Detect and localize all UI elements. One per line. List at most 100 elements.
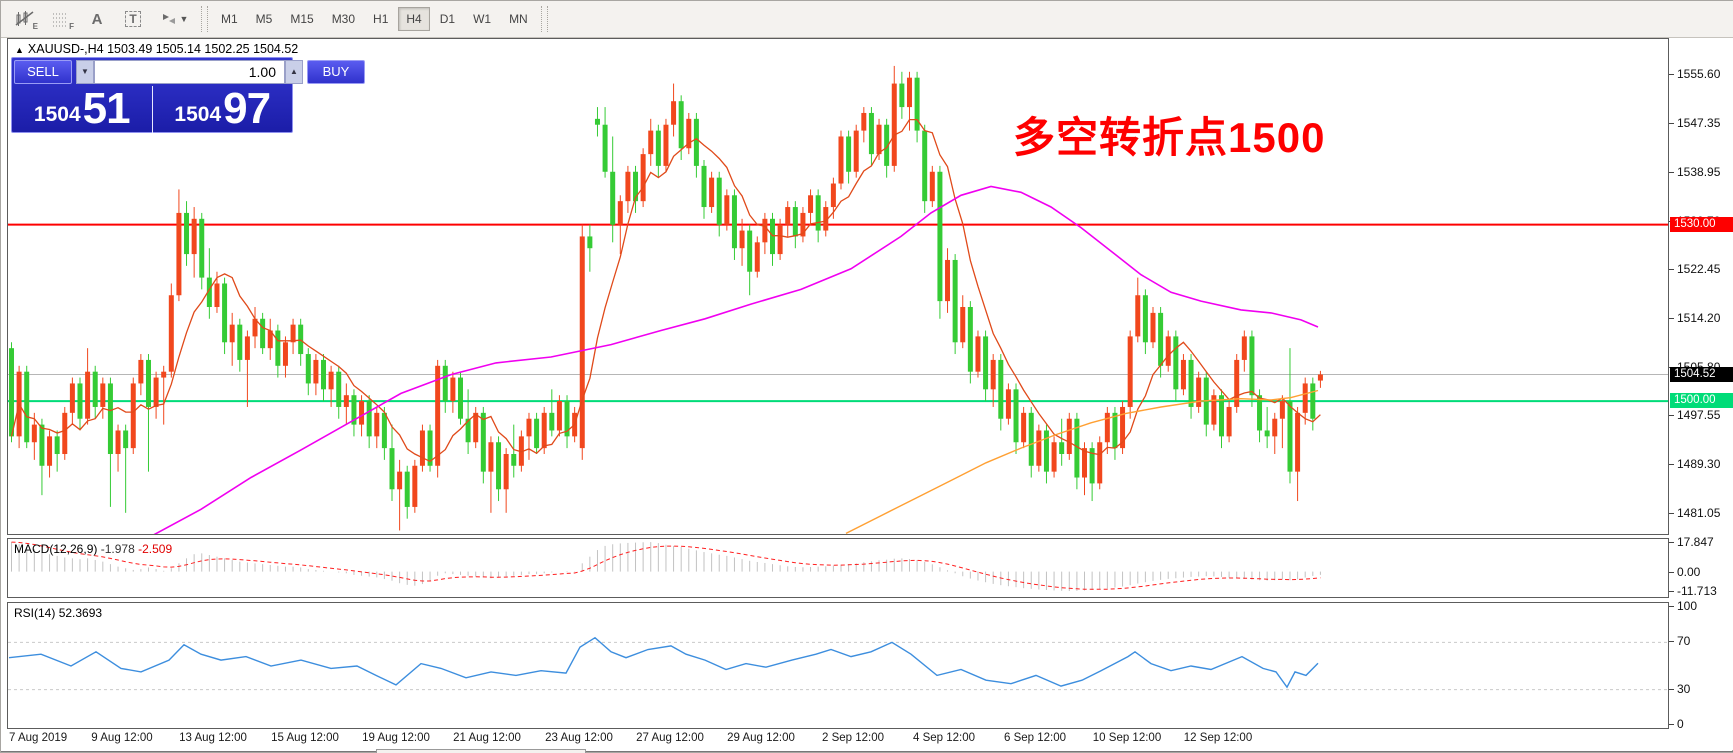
current-price-label: 1504.52 [1670,366,1733,382]
text-a-glyph: A [91,10,103,28]
macd-canvas[interactable] [8,539,1668,597]
volume-down-button[interactable]: ▼ [76,60,94,84]
time-label: 21 Aug 12:00 [453,732,521,744]
price-scale[interactable]: 1555.601547.351538.951530.701522.451514.… [1669,38,1733,750]
axis-tick [1669,172,1674,174]
toolbar: E F A T ▼ M1 M5 M15 M30 H1 H4 D1 W1 MN [1,1,1733,38]
charts-icon[interactable]: E [10,6,40,32]
timeframe-group: M1 M5 M15 M30 H1 H4 D1 W1 MN [212,7,537,31]
timeframe-h4[interactable]: H4 [398,7,430,31]
time-scale[interactable]: 7 Aug 2019 9 Aug 12:00 13 Aug 12:00 15 Aug … [7,729,1669,748]
buy-price-big: 97 [223,84,271,133]
time-label: 23 Aug 12:00 [545,732,613,744]
chart-annotation-text: 多空转折点1500 [1013,114,1326,161]
one-click-trade-panel: SELL ▼ ▲ BUY 1504 51 1504 97 [11,57,365,133]
time-label: 27 Aug 12:00 [636,732,704,744]
text-a-icon[interactable]: A [82,6,112,32]
axis-tick [1669,571,1674,573]
price-tick-1481.05: 1481.05 [1677,505,1721,520]
time-label: 10 Sep 12:00 [1092,732,1162,744]
resistance-line-price-label: 1530.00 [1670,216,1733,232]
toolbar-separator-2 [540,6,548,32]
timeframe-h1[interactable]: H1 [365,7,396,31]
text-box-icon[interactable]: T [118,6,148,32]
macd-tick-17.847: 17.847 [1677,535,1714,549]
axis-tick [1669,688,1674,690]
rsi-value: 52.3693 [58,606,103,620]
time-label: 2 Sep 12:00 [821,732,885,744]
price-tick-1514.20: 1514.20 [1677,310,1721,325]
price-tick-1497.55: 1497.55 [1677,408,1721,423]
timeframe-m30[interactable]: M30 [324,7,363,31]
macd-tick--11.713: -11.713 [1677,584,1717,599]
price-tick-1522.45: 1522.45 [1677,262,1721,277]
shapes-icon[interactable]: ▼ [154,6,194,32]
timeframe-m15[interactable]: M15 [282,7,321,31]
grid-icon-sub: F [69,22,74,31]
scrollbar-track[interactable] [1,751,1733,752]
time-label: 19 Aug 12:00 [362,732,430,744]
time-label: 15 Aug 12:00 [271,732,339,744]
rsi-canvas[interactable] [8,603,1668,728]
time-label: 13 Aug 12:00 [179,732,247,744]
sell-price-big: 51 [82,84,131,133]
macd-signal-value: -2.509 [138,542,173,556]
symbol-ohlc-line: ▲ XAUUSD-,H4 1503.49 1505.14 1502.25 1504… [15,42,298,56]
axis-tick [1669,542,1674,543]
rsi-tick-30: 30 [1677,681,1691,696]
shapes-icon-glyph [162,14,175,24]
axis-tick [1669,724,1674,725]
time-label: 29 Aug 12:00 [727,732,795,744]
price-tick-1538.95: 1538.95 [1677,165,1721,180]
time-label: 6 Sep 12:00 [1003,732,1067,744]
collapse-triangle-icon[interactable]: ▲ [15,45,24,55]
buy-price-prefix: 1504 [174,103,222,126]
macd-tick-0.00: 0.00 [1677,564,1701,579]
timeframe-mn[interactable]: MN [501,7,536,31]
chevron-down-icon: ▼ [179,14,189,24]
sell-button[interactable]: SELL [14,60,72,84]
axis-tick [1669,122,1674,124]
axis-tick [1669,606,1674,607]
sell-price[interactable]: 1504 51 [12,86,153,133]
trade-panel-controls: SELL ▼ ▲ BUY [12,58,365,86]
rsi-label: RSI(14) 52.3693 [14,606,103,620]
axis-tick [1669,317,1674,319]
scrollbar-thumb[interactable] [376,749,586,753]
time-label: 9 Aug 12:00 [91,732,153,744]
axis-tick [1669,591,1674,593]
price-tick-1555.60: 1555.60 [1677,67,1721,82]
time-label: 7 Aug 2019 [9,732,68,744]
rsi-pane[interactable]: RSI(14) 52.3693 [7,602,1669,729]
macd-main-value: -1.978 [100,542,135,556]
volume-up-button[interactable]: ▲ [285,60,303,84]
price-tick-1547.35: 1547.35 [1677,115,1721,130]
volume-stepper: ▼ ▲ [76,60,303,84]
axis-tick [1669,269,1674,271]
rsi-tick-70: 70 [1677,634,1691,649]
timeframe-m5[interactable]: M5 [248,7,281,31]
axis-tick [1669,464,1674,465]
grid-icon[interactable]: F [46,6,76,32]
time-label: 12 Sep 12:00 [1183,732,1253,744]
axis-tick [1669,641,1674,643]
rsi-tick-0: 0 [1677,717,1684,731]
trade-panel-prices: 1504 51 1504 97 [12,86,292,133]
price-tick-1489.30: 1489.30 [1677,457,1721,471]
support-line-price-label: 1500.00 [1670,393,1733,409]
text-box-glyph: T [125,11,141,27]
buy-button[interactable]: BUY [307,60,365,84]
volume-input[interactable] [94,60,285,84]
charts-icon-sub: E [32,22,38,31]
terminal-window: E F A T ▼ M1 M5 M15 M30 H1 H4 D1 W1 MN MACD(12,2… [0,0,1733,753]
symbol-ohlc-text: XAUUSD-,H4 1503.49 1505.14 1502.25 1504.… [27,42,299,56]
timeframe-w1[interactable]: W1 [465,7,499,31]
macd-pane[interactable]: MACD(12,26,9) -1.978 -2.509 [7,538,1669,598]
timeframe-d1[interactable]: D1 [432,7,463,31]
macd-label: MACD(12,26,9) -1.978 -2.509 [14,542,173,556]
buy-price[interactable]: 1504 97 [153,86,293,133]
axis-tick [1669,74,1674,76]
sell-price-prefix: 1504 [33,103,81,126]
timeframe-m1[interactable]: M1 [213,7,246,31]
horizontal-scrollbar [1,749,1733,753]
